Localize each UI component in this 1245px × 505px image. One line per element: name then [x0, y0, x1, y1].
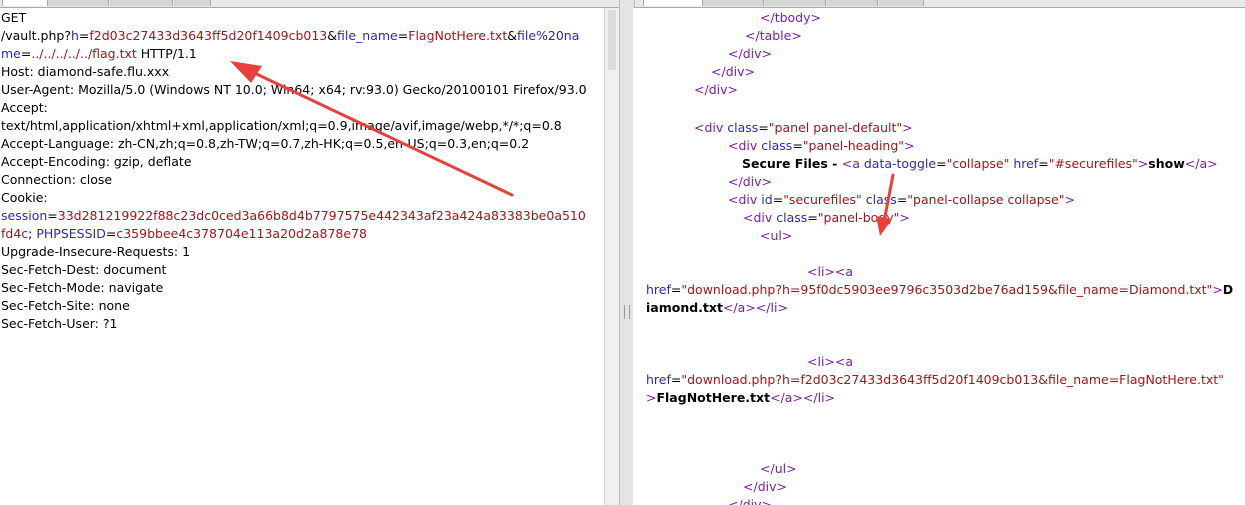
request-method-line: GET	[1, 10, 27, 25]
accept-header-value: text/html,application/xhtml+xml,applicat…	[1, 118, 562, 133]
code-line-close-div-1: </div>	[728, 46, 772, 61]
request-path-line: /vault.php?h=f2d03c27433d3643ff5d20f1409…	[1, 28, 580, 43]
code-line-heading-div: <div class="panel-heading">	[728, 138, 915, 153]
request-tab-params[interactable]	[48, 0, 109, 6]
accept-language-header: Accept-Language: zh-CN,zh;q=0.8,zh-TW;q=…	[1, 136, 530, 151]
cookie-phpsessid: fd4c; PHPSESSID=c359bbee4c378704e113a20d…	[1, 226, 367, 241]
sec-fetch-site-header: Sec-Fetch-Site: none	[1, 298, 130, 313]
accept-encoding-header: Accept-Encoding: gzip, deflate	[1, 154, 192, 169]
code-line-close-heading: </div>	[728, 174, 772, 189]
request-tab-hex[interactable]	[174, 0, 211, 6]
user-agent-header: User-Agent: Mozilla/5.0 (Windows NT 10.0…	[1, 82, 587, 97]
host-header: Host: diamond-safe.flu.xxx	[1, 64, 170, 79]
code-line-body-div: <div class="panel-body">	[743, 210, 910, 225]
code-line-close-body: </div>	[743, 479, 787, 494]
code-line-secure-files: Secure Files - <a data-toggle="collapse"…	[742, 156, 1218, 171]
request-scrollbar-thumb[interactable]	[608, 10, 616, 70]
code-line-close-table: </table>	[745, 28, 802, 43]
code-line-panel-div: <div class="panel panel-default">	[694, 120, 913, 135]
code-line-close-ul: </ul>	[760, 461, 797, 476]
code-line-li-diamond: <li><a	[807, 264, 854, 279]
response-tab-headers[interactable]	[703, 0, 764, 6]
response-tab-html[interactable]	[827, 0, 878, 6]
splitter-grip-icon	[624, 305, 630, 319]
cookie-header-label: Cookie:	[1, 190, 48, 205]
request-editor[interactable]: GET /vault.php?h=f2d03c27433d3643ff5d20f…	[0, 8, 604, 505]
request-tab-raw[interactable]	[2, 0, 48, 6]
request-path-continued: me=../../../../../flag.txt HTTP/1.1	[1, 46, 197, 61]
request-tab-headers[interactable]	[110, 0, 173, 6]
response-tab-render[interactable]	[879, 0, 924, 6]
sec-fetch-user-header: Sec-Fetch-User: ?1	[1, 316, 118, 331]
code-line-close-tbody: </tbody>	[760, 10, 821, 25]
traversal-payload: ../../../../../flag.txt	[31, 46, 137, 61]
code-line-flag-href: href="download.php?h=f2d03c27433d3643ff5…	[646, 372, 1224, 387]
sec-fetch-dest-header: Sec-Fetch-Dest: document	[1, 262, 167, 277]
response-editor[interactable]: </tbody> </table> </div> </div> </div> <…	[633, 8, 1245, 505]
request-tab-strip	[0, 0, 619, 8]
code-line-close-div-3: </div>	[694, 82, 738, 97]
code-line-diamond-href: href="download.php?h=95f0dc5903ee9796c35…	[646, 282, 1234, 297]
accept-header-label: Accept:	[1, 100, 48, 115]
code-line-close-collapse: </div>	[728, 497, 772, 505]
upgrade-insecure-header: Upgrade-Insecure-Requests: 1	[1, 244, 191, 259]
code-line-close-div-2: </div>	[711, 64, 755, 79]
request-scrollbar[interactable]	[604, 8, 619, 505]
code-line-li-flag: <li><a	[807, 354, 854, 369]
code-line-diamond-text: iamond.txt</a></li>	[646, 300, 788, 315]
code-line-collapse-div: <div id="securefiles" class="panel-colla…	[728, 192, 1075, 207]
response-tab-raw[interactable]	[643, 0, 703, 6]
response-tab-strip	[633, 0, 1245, 8]
connection-header: Connection: close	[1, 172, 113, 187]
code-line-ul: <ul>	[760, 228, 793, 243]
response-tab-hex[interactable]	[765, 0, 826, 6]
code-line-flag-text: >FlagNotHere.txt</a></li>	[646, 390, 836, 405]
sec-fetch-mode-header: Sec-Fetch-Mode: navigate	[1, 280, 164, 295]
cookie-session: session=33d281219922f88c23dc0ced3a66b8d4…	[1, 208, 586, 223]
